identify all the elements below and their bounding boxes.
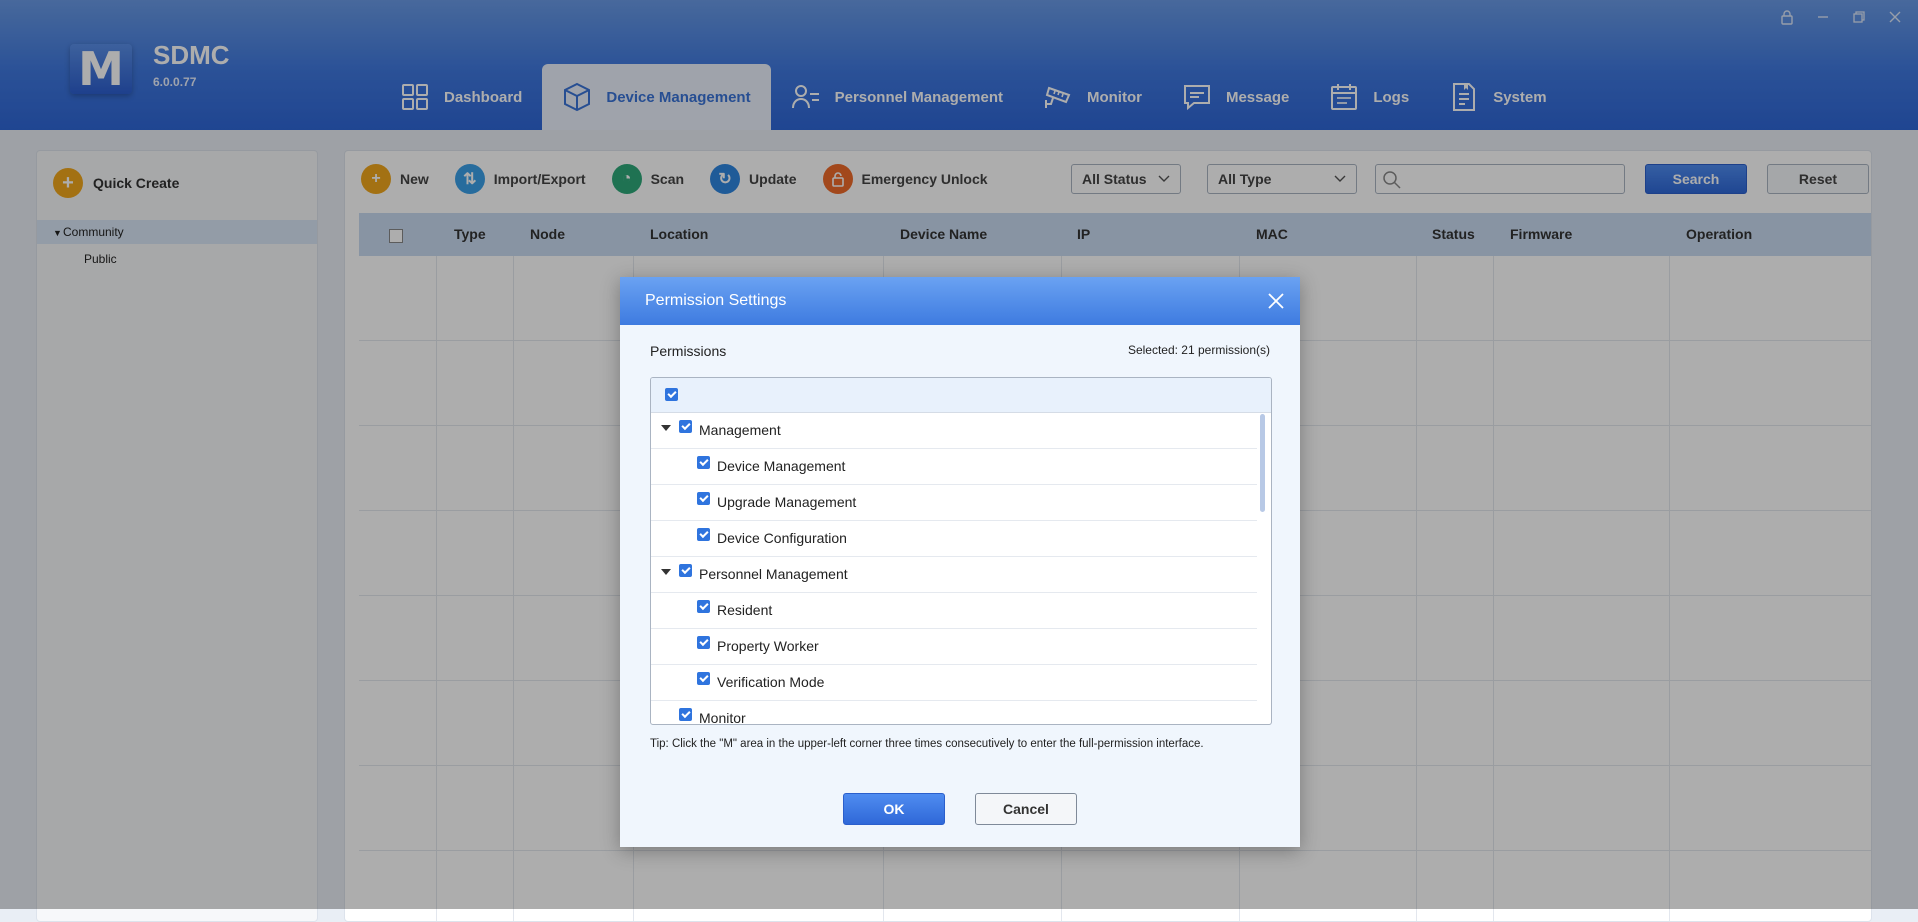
permission-checkbox[interactable] [697,600,710,613]
close-icon[interactable] [1264,289,1288,313]
permission-label: Device Management [717,458,846,474]
permission-label: Resident [717,602,773,618]
permission-row-personnel-management[interactable]: Personnel Management [651,556,1257,593]
permission-tree: Management Device Management Upgrade Man… [650,377,1272,725]
permission-row-device-management[interactable]: Device Management [651,448,1257,485]
permission-checkbox[interactable] [697,456,710,469]
permission-label: Personnel Management [699,566,848,582]
permission-label: Monitor [699,710,746,725]
permission-row-resident[interactable]: Resident [651,592,1257,629]
permission-label: Property Worker [717,638,819,654]
dialog-header: Permission Settings [620,277,1300,325]
permission-row-device-configuration[interactable]: Device Configuration [651,520,1257,557]
cancel-button[interactable]: Cancel [975,793,1077,825]
permission-row-upgrade-management[interactable]: Upgrade Management [651,484,1257,521]
permission-label: Verification Mode [717,674,825,690]
permission-settings-dialog: Permission Settings Permissions Selected… [620,277,1300,847]
caret-down-icon[interactable] [661,569,671,575]
permission-checkbox[interactable] [679,420,692,433]
ok-button[interactable]: OK [843,793,945,825]
permission-label: Device Configuration [717,530,847,546]
permission-checkbox[interactable] [679,708,692,721]
permission-label: Management [699,422,781,438]
permission-row-property-worker[interactable]: Property Worker [651,628,1257,665]
caret-down-icon[interactable] [661,425,671,431]
permissions-label: Permissions [650,343,727,359]
permission-label: Upgrade Management [717,494,857,510]
permission-checkbox[interactable] [697,492,710,505]
permission-row-monitor[interactable]: Monitor [651,700,1257,725]
permission-row-management[interactable]: Management [651,412,1257,449]
selected-count: Selected: 21 permission(s) [1127,343,1270,357]
permission-tree-header [651,378,1271,413]
permission-row-verification-mode[interactable]: Verification Mode [651,664,1257,701]
permission-checkbox[interactable] [697,636,710,649]
tip-text: Tip: Click the "M" area in the upper-lef… [650,738,1204,750]
dialog-title: Permission Settings [645,292,787,309]
permission-checkbox[interactable] [679,564,692,577]
scrollbar[interactable] [1260,414,1265,512]
permission-checkbox[interactable] [697,528,710,541]
select-all-checkbox[interactable] [665,388,678,401]
permission-checkbox[interactable] [697,672,710,685]
